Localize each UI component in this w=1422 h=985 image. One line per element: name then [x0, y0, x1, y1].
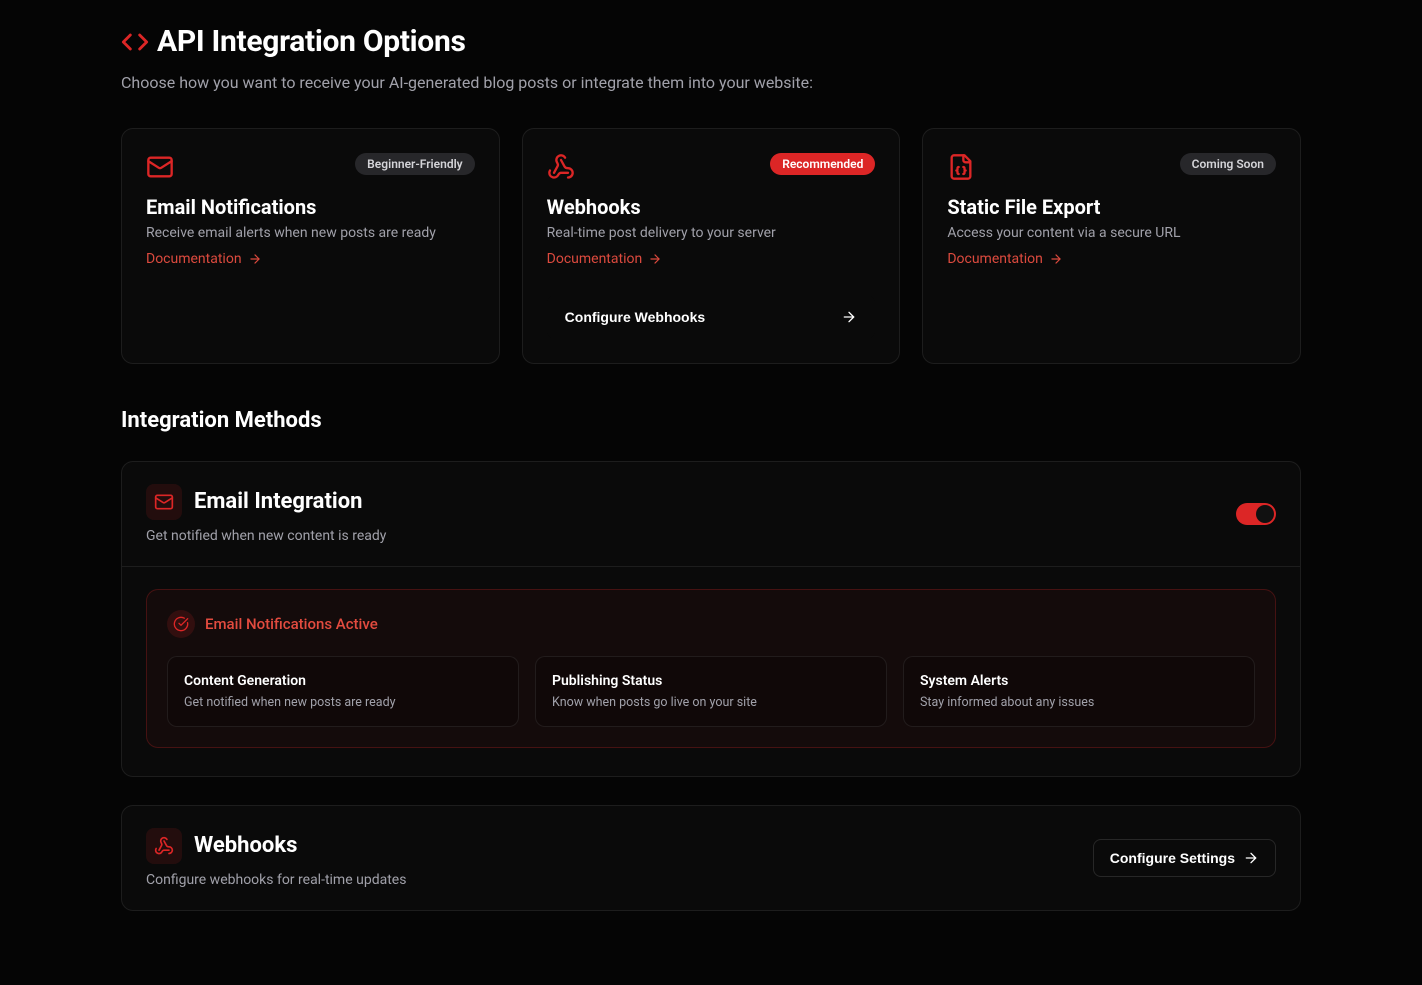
email-integration-title: Email Integration [194, 489, 362, 514]
card-desc: Real-time post delivery to your server [547, 225, 876, 241]
webhook-icon [547, 153, 575, 181]
arrow-right-icon [841, 309, 857, 325]
code-icon [121, 28, 149, 56]
email-integration-panel: Email Integration Get notified when new … [121, 461, 1301, 777]
feature-title: Content Generation [184, 673, 502, 689]
mail-icon [146, 153, 174, 181]
feature-desc: Stay informed about any issues [920, 695, 1238, 710]
badge-recommended: Recommended [770, 153, 875, 175]
email-active-panel: Email Notifications Active Content Gener… [146, 589, 1276, 748]
feature-publishing-status: Publishing Status Know when posts go liv… [535, 656, 887, 727]
webhooks-subtitle: Configure webhooks for real-time updates [146, 872, 406, 888]
email-integration-subtitle: Get notified when new content is ready [146, 528, 386, 544]
configure-label: Configure Webhooks [565, 309, 706, 325]
page-title: API Integration Options [157, 24, 466, 59]
card-webhooks: Recommended Webhooks Real-time post deli… [522, 128, 901, 364]
check-circle-icon [167, 610, 195, 638]
doc-link-label: Documentation [547, 251, 643, 267]
configure-settings-label: Configure Settings [1110, 850, 1235, 866]
card-desc: Access your content via a secure URL [947, 225, 1276, 241]
arrow-right-icon [1243, 850, 1259, 866]
page-subtitle: Choose how you want to receive your AI-g… [121, 71, 821, 96]
documentation-link-webhooks[interactable]: Documentation [547, 251, 876, 267]
feature-desc: Know when posts go live on your site [552, 695, 870, 710]
card-static-file-export: Coming Soon Static File Export Access yo… [922, 128, 1301, 364]
arrow-right-icon [648, 252, 662, 266]
email-integration-toggle[interactable] [1236, 503, 1276, 525]
badge-beginner: Beginner-Friendly [355, 153, 474, 175]
card-email-notifications: Beginner-Friendly Email Notifications Re… [121, 128, 500, 364]
card-title: Webhooks [547, 195, 876, 219]
feature-title: System Alerts [920, 673, 1238, 689]
badge-coming-soon: Coming Soon [1180, 153, 1276, 175]
feature-system-alerts: System Alerts Stay informed about any is… [903, 656, 1255, 727]
configure-webhooks-button[interactable]: Configure Webhooks [547, 295, 876, 339]
documentation-link-email[interactable]: Documentation [146, 251, 475, 267]
feature-title: Publishing Status [552, 673, 870, 689]
configure-settings-button[interactable]: Configure Settings [1093, 839, 1276, 877]
file-json-icon [947, 153, 975, 181]
webhooks-integration-panel: Webhooks Configure webhooks for real-tim… [121, 805, 1301, 911]
arrow-right-icon [1049, 252, 1063, 266]
webhook-icon [146, 828, 182, 864]
mail-icon [146, 484, 182, 520]
feature-content-generation: Content Generation Get notified when new… [167, 656, 519, 727]
integration-methods-heading: Integration Methods [121, 408, 1301, 433]
doc-link-label: Documentation [947, 251, 1043, 267]
feature-desc: Get notified when new posts are ready [184, 695, 502, 710]
card-title: Static File Export [947, 195, 1276, 219]
documentation-link-static[interactable]: Documentation [947, 251, 1276, 267]
card-desc: Receive email alerts when new posts are … [146, 225, 475, 241]
email-active-label: Email Notifications Active [205, 615, 378, 633]
arrow-right-icon [248, 252, 262, 266]
webhooks-title: Webhooks [194, 833, 297, 858]
doc-link-label: Documentation [146, 251, 242, 267]
card-title: Email Notifications [146, 195, 475, 219]
